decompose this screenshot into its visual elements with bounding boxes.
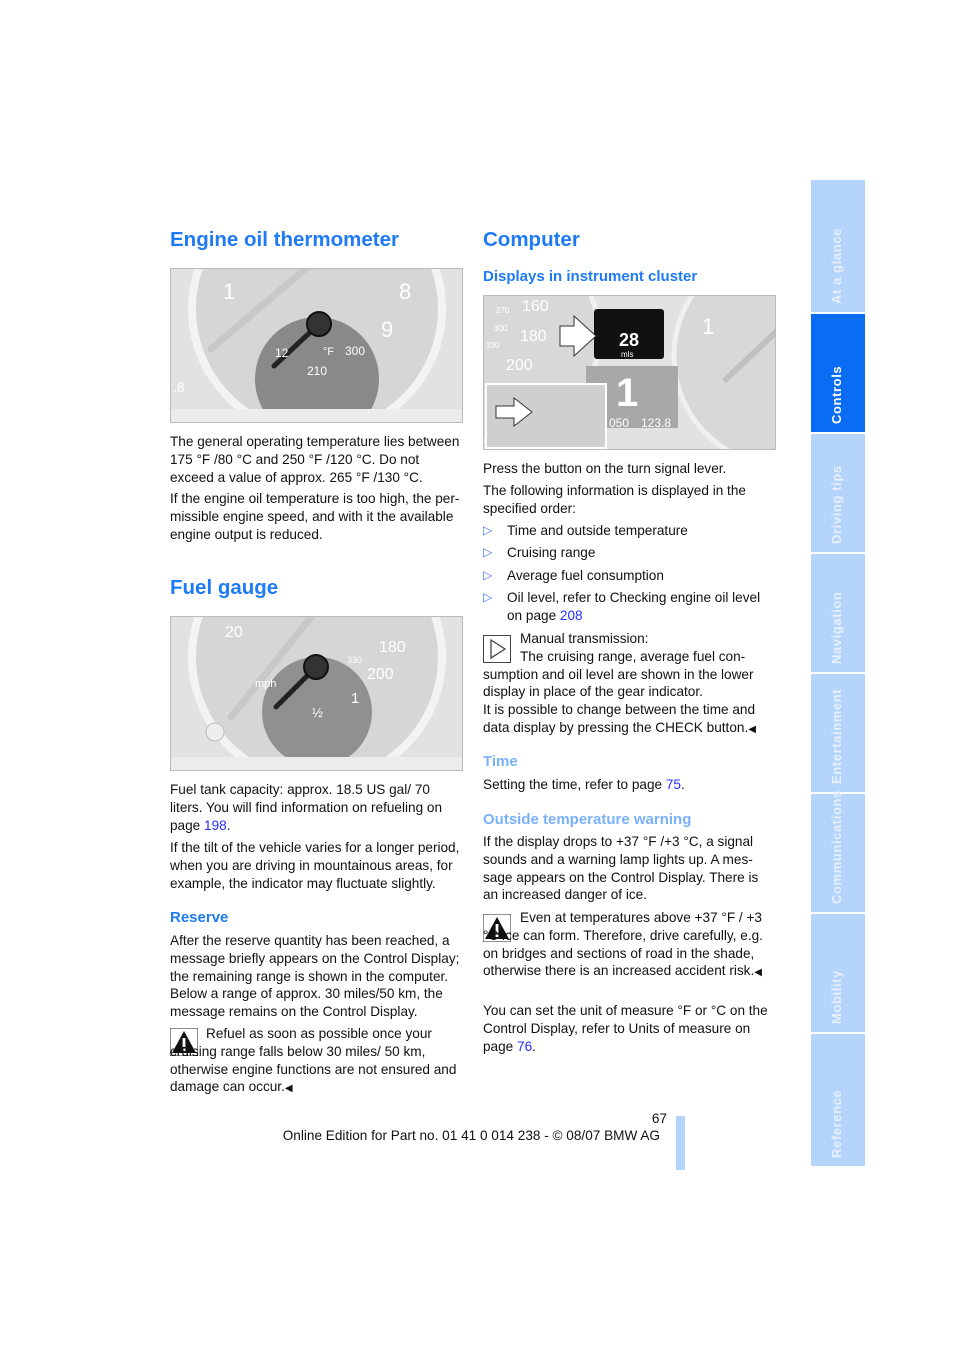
- tab-label: Reference: [829, 1089, 844, 1158]
- outside-temp-paragraph: If the display drops to +37 °F /+3 °C, a…: [483, 834, 759, 903]
- reserve-heading: Reserve: [170, 909, 229, 926]
- page-link-75[interactable]: 75: [666, 777, 681, 792]
- computer-paragraph-2: The following information is displayed i…: [483, 483, 746, 516]
- note-lead: Manual transmission:: [520, 631, 649, 646]
- gauge-label: 300: [345, 344, 365, 358]
- page-link-76[interactable]: 76: [517, 1039, 532, 1054]
- tab-at-a-glance[interactable]: At a glance: [811, 180, 865, 312]
- cluster-label: 180: [520, 328, 547, 345]
- engine-oil-paragraph-1: The general operating temperature lies b…: [170, 434, 460, 485]
- tab-driving-tips[interactable]: Driving tips: [811, 434, 865, 552]
- text: Refuel as soon as possible once your cru…: [170, 1026, 457, 1095]
- cluster-label: 1: [616, 371, 638, 415]
- gauge-label: 12: [275, 346, 289, 360]
- list-item: ▷ Time and outside temperature: [483, 522, 777, 540]
- gauge-label: 1: [351, 690, 359, 707]
- tab-entertainment[interactable]: Entertainment: [811, 674, 865, 792]
- cluster-label: 300: [494, 324, 508, 333]
- gauge-label: 210: [307, 364, 327, 378]
- engine-oil-thermometer-figure: 1 8 9 12 °F 300 210 .8: [170, 268, 463, 423]
- triangle-bullet-icon: ▷: [483, 567, 493, 582]
- tab-label: Driving tips: [829, 465, 844, 544]
- tab-communications[interactable]: Communications: [811, 790, 865, 912]
- reserve-warning: Refuel as soon as possible once your cru…: [170, 1025, 464, 1098]
- text: Setting the time, refer to page: [483, 777, 666, 792]
- cluster-label: 050: [609, 416, 629, 430]
- tab-label: Communications: [829, 790, 844, 904]
- text: Oil level, refer to Checking engine oil …: [507, 590, 761, 623]
- time-heading: Time: [483, 753, 518, 770]
- cluster-label: 28: [619, 330, 639, 350]
- footer-edition: Online Edition for Part no. 01 41 0 014 …: [282, 1128, 660, 1143]
- cluster-label: 270: [496, 306, 510, 315]
- gauge-label: 8: [399, 279, 411, 304]
- outside-temp-heading: Outside temperature warning: [483, 811, 692, 828]
- text: It is possible to change between the tim…: [483, 702, 756, 735]
- tab-navigation[interactable]: Navigation: [811, 554, 865, 672]
- text: Cruising range: [507, 545, 596, 561]
- tab-label: Entertainment: [829, 688, 844, 784]
- end-mark-icon: ◀: [748, 723, 756, 735]
- list-item: ▷ Cruising range: [483, 544, 777, 562]
- gauge-label: °F: [323, 346, 334, 358]
- time-paragraph: Setting the time, refer to page 75.: [483, 776, 777, 794]
- instrument-cluster-figure: 160 180 200 270 300 330 28 mls 1 050 123…: [483, 295, 776, 450]
- fuel-gauge-figure: 20 mph 180 200 330 1 ½: [170, 616, 463, 771]
- tab-reference[interactable]: Reference: [811, 1034, 865, 1166]
- text: .: [681, 777, 685, 792]
- gauge-label: .8: [173, 379, 185, 395]
- computer-heading: Computer: [483, 228, 580, 251]
- reserve-paragraph: After the reserve quantity has been reac…: [170, 933, 460, 1020]
- svg-text:1: 1: [702, 314, 714, 339]
- tab-label: At a glance: [829, 228, 844, 304]
- triangle-bullet-icon: ▷: [483, 523, 493, 537]
- triangle-bullet-icon: ▷: [483, 545, 493, 560]
- tab-mobility[interactable]: Mobility: [811, 914, 865, 1032]
- manual-transmission-note: Manual transmission: The cruising range,…: [483, 630, 777, 739]
- page-number: 67: [651, 1111, 667, 1126]
- text: .: [532, 1038, 536, 1054]
- gauge-label: 1: [223, 279, 235, 304]
- text: .: [226, 817, 231, 833]
- tab-controls[interactable]: Controls: [811, 314, 865, 432]
- page-marker-bar: [676, 1116, 685, 1170]
- gauge-label: ½: [312, 705, 323, 720]
- tab-label: Mobility: [829, 970, 844, 1024]
- computer-paragraph-1: Press the button on the turn signal leve…: [483, 461, 727, 476]
- units-paragraph: You can set the unit of measure °F or °C…: [483, 1002, 777, 1055]
- text: Time and outside temperature: [507, 523, 688, 538]
- cluster-label: 160: [522, 298, 549, 315]
- gauge-label: 330: [347, 655, 362, 665]
- cluster-label: 330: [486, 341, 500, 350]
- engine-oil-heading: Engine oil thermometer: [170, 228, 399, 251]
- gauge-label: 180: [379, 639, 406, 656]
- tab-label: Controls: [829, 365, 844, 424]
- cluster-label: mls: [621, 350, 633, 359]
- cluster-label: 123.8: [641, 416, 671, 430]
- fuel-gauge-paragraph-2: If the tilt of the vehicle varies for a …: [170, 840, 460, 891]
- end-mark-icon: ◀: [754, 967, 762, 979]
- tab-label: Navigation: [829, 591, 844, 664]
- page-link-208[interactable]: 208: [560, 608, 583, 623]
- end-mark-icon: ◀: [284, 1083, 293, 1095]
- gauge-label: 20: [225, 624, 243, 641]
- page-link-198[interactable]: 198: [204, 818, 227, 833]
- note-text-2: It is possible to change between the tim…: [483, 701, 777, 739]
- triangle-bullet-icon: ▷: [483, 590, 493, 605]
- fuel-gauge-paragraph-1: Fuel tank capacity: approx. 18.5 US gal/…: [170, 781, 464, 834]
- display-order-list: ▷ Time and outside temperature ▷ Cruising …: [483, 522, 777, 629]
- cluster-label: 200: [506, 357, 533, 374]
- note-text: The cruising range, average fuel con­sum…: [483, 648, 754, 700]
- text: Average fuel consumption: [507, 567, 664, 583]
- text: Even at temperatures above +37 °F / +3 °…: [483, 910, 763, 979]
- gauge-label: 9: [381, 317, 393, 342]
- gauge-label: 200: [367, 666, 394, 683]
- list-item: ▷ Oil level, refer to Checking engine oil…: [483, 589, 777, 625]
- engine-oil-paragraph-2: If the engine oil temperature is too hig…: [170, 491, 460, 542]
- displays-subheading: Displays in instrument cluster: [483, 268, 698, 285]
- list-item: ▷ Average fuel consumption: [483, 567, 777, 585]
- fuel-gauge-heading: Fuel gauge: [170, 576, 279, 599]
- gauge-label: mph: [255, 678, 276, 690]
- ice-warning: Even at temperatures above +37 °F / +3 °…: [483, 909, 777, 982]
